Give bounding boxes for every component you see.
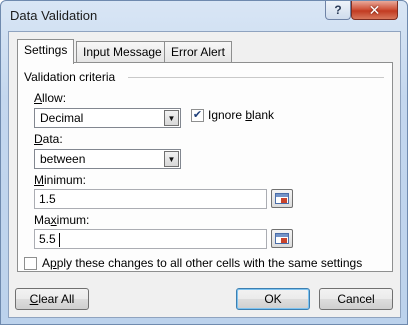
clear-all-button[interactable]: Clear All: [15, 288, 89, 310]
apply-to-all-label: Apply these changes to all other cells w…: [42, 256, 363, 270]
allow-select[interactable]: Decimal ▼: [34, 108, 181, 128]
settings-panel: Validation criteria Allow: Decimal ▼ ✔ I…: [17, 62, 393, 272]
apply-to-all-checkbox[interactable]: [24, 257, 37, 270]
maximum-range-selector-button[interactable]: [271, 229, 293, 248]
allow-value: Decimal: [40, 111, 84, 125]
maximum-label: Maximum:: [34, 213, 90, 227]
tab-error-alert[interactable]: Error Alert: [164, 41, 233, 63]
data-label: Data:: [34, 132, 63, 146]
chevron-down-icon[interactable]: ▼: [164, 151, 179, 167]
close-button[interactable]: ✕: [351, 1, 398, 20]
minimum-input[interactable]: 1.5: [34, 189, 267, 209]
data-select[interactable]: between ▼: [34, 149, 181, 169]
range-selector-icon: [275, 233, 289, 244]
section-title: Validation criteria: [24, 70, 116, 84]
allow-label: Allow:: [34, 91, 67, 105]
ok-button[interactable]: OK: [236, 288, 310, 310]
dialog-title: Data Validation: [10, 8, 98, 23]
text-cursor: [59, 233, 60, 247]
section-divider: [128, 77, 384, 78]
ignore-blank-label: Ignore blank: [208, 108, 275, 122]
maximum-input[interactable]: 5.5: [34, 229, 267, 249]
chevron-down-icon[interactable]: ▼: [164, 110, 179, 126]
ignore-blank-checkbox[interactable]: ✔: [191, 109, 204, 122]
dialog-body: Settings Input Message Error Alert Valid…: [8, 31, 401, 318]
tab-input-message[interactable]: Input Message: [76, 41, 169, 63]
tab-settings[interactable]: Settings: [17, 39, 75, 64]
data-validation-dialog: Data Validation ? ✕ Settings Input Messa…: [0, 0, 408, 325]
title-bar[interactable]: Data Validation ? ✕: [1, 1, 407, 31]
minimum-value: 1.5: [39, 192, 56, 206]
cancel-button[interactable]: Cancel: [319, 288, 393, 310]
minimum-range-selector-button[interactable]: [271, 189, 293, 208]
maximum-value: 5.5: [39, 232, 56, 246]
help-button[interactable]: ?: [325, 1, 351, 20]
range-selector-icon: [275, 193, 289, 204]
minimum-label: Minimum:: [34, 173, 87, 187]
data-value: between: [40, 152, 86, 166]
